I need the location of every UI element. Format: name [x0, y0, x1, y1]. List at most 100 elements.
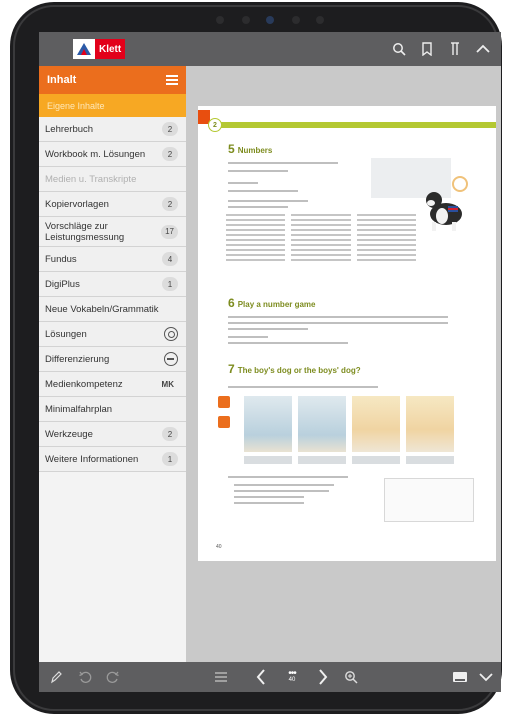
- sidebar-item-label: Neue Vokabeln/Grammatik: [45, 303, 159, 315]
- audio-button[interactable]: [218, 416, 230, 428]
- sidebar-item-vokabeln[interactable]: Neue Vokabeln/Grammatik: [39, 297, 186, 322]
- sidebar-item-kopiervorlagen[interactable]: Kopiervorlagen 2: [39, 192, 186, 217]
- text-line: [234, 484, 334, 486]
- page-indicator-number: 40: [288, 677, 296, 683]
- sidebar-item-differenzierung[interactable]: Differenzierung: [39, 347, 186, 372]
- front-camera: [266, 16, 274, 24]
- text-line: [234, 496, 304, 498]
- caption-bar: [406, 456, 454, 464]
- sidebar-item-digiplus[interactable]: DigiPlus 1: [39, 272, 186, 297]
- klett-emblem-icon: [73, 39, 95, 59]
- marker-icon[interactable]: [441, 32, 469, 66]
- sidebar-item-label: Medienkompetenz: [45, 378, 123, 390]
- bookmark-icon[interactable]: [413, 32, 441, 66]
- content-sidebar: Inhalt Eigene Inhalte Lehrerbuch 2 Workb…: [39, 66, 186, 662]
- page-viewer[interactable]: 2 5 Numbers 6 Play a number game 7 The b…: [186, 66, 501, 662]
- sidebar-item-label: Lehrerbuch: [45, 123, 94, 135]
- sidebar-item-lehrerbuch[interactable]: Lehrerbuch 2: [39, 117, 186, 142]
- chevron-down-icon[interactable]: [473, 662, 499, 692]
- numbers-list: [226, 214, 416, 282]
- sidebar-header: Inhalt: [39, 66, 186, 94]
- sidebar-item-leistungsmessung[interactable]: Vorschläge zur Leistungsmessung 17: [39, 217, 186, 247]
- text-line: [228, 316, 448, 318]
- pen-icon[interactable]: [43, 662, 69, 692]
- count-badge: 2: [162, 197, 178, 211]
- prev-page-icon[interactable]: [249, 662, 273, 692]
- sidebar-item-label: Medien u. Transkripte: [45, 173, 137, 185]
- sidebar-item-werkzeuge[interactable]: Werkzeuge 2: [39, 422, 186, 447]
- list-icon[interactable]: [209, 662, 233, 692]
- caption-bar: [244, 456, 292, 464]
- sensor-dot: [216, 16, 224, 24]
- next-page-icon[interactable]: [311, 662, 335, 692]
- sidebar-item-loesungen[interactable]: Lösungen: [39, 322, 186, 347]
- exercise-5-title: 5 Numbers: [228, 142, 273, 156]
- count-badge: 1: [162, 452, 178, 466]
- menu-icon[interactable]: [166, 75, 178, 85]
- sidebar-item-label: Fundus: [45, 253, 77, 265]
- target-icon: [164, 327, 178, 341]
- picture-row: [244, 396, 454, 452]
- exercise-6-title: 6 Play a number game: [228, 296, 316, 310]
- count-badge: 4: [162, 252, 178, 266]
- sidebar-item-eigene-inhalte[interactable]: Eigene Inhalte: [39, 94, 186, 117]
- sidebar-item-minimalfahrplan[interactable]: Minimalfahrplan: [39, 397, 186, 422]
- caption-bar: [298, 456, 346, 464]
- logo-text: Klett: [95, 39, 126, 59]
- sidebar-item-label: Workbook m. Lösungen: [45, 148, 146, 160]
- page-indicator[interactable]: ••• 40: [281, 666, 303, 688]
- count-badge: 2: [162, 147, 178, 161]
- app-screen: Klett Inhalt Eigene Inhalte Lehrerbuch 2…: [39, 32, 501, 692]
- count-badge: 1: [162, 277, 178, 291]
- text-line: [234, 490, 329, 492]
- exercise-7-title: 7 The boy's dog or the boys' dog?: [228, 362, 361, 376]
- page-number: 40: [216, 544, 222, 550]
- sidebar-item-label: DigiPlus: [45, 278, 80, 290]
- sidebar-item-fundus[interactable]: Fundus 4: [39, 247, 186, 272]
- sidebar-item-label: Minimalfahrplan: [45, 403, 113, 415]
- klett-logo[interactable]: Klett: [73, 39, 126, 59]
- text-line: [228, 386, 378, 388]
- minus-circle-icon: [164, 352, 178, 366]
- book-page[interactable]: 2 5 Numbers 6 Play a number game 7 The b…: [198, 106, 496, 561]
- text-line: [228, 182, 258, 184]
- redo-icon[interactable]: [101, 662, 125, 692]
- sidebar-item-medienkompetenz[interactable]: Medienkompetenz MK: [39, 372, 186, 397]
- audio-button[interactable]: [218, 396, 230, 408]
- text-line: [228, 190, 298, 192]
- text-line: [228, 206, 288, 208]
- sidebar-item-medien[interactable]: Medien u. Transkripte: [39, 167, 186, 192]
- top-toolbar: Klett: [39, 32, 501, 66]
- text-line: [228, 200, 308, 202]
- text-line: [228, 162, 338, 164]
- unit-badge: 2: [208, 118, 222, 132]
- text-line: [228, 342, 348, 344]
- text-line: [228, 328, 308, 330]
- dog-illustration: [426, 176, 468, 231]
- unit-header-bar: [212, 122, 496, 128]
- tip-box: [384, 478, 474, 522]
- text-line: [228, 322, 448, 324]
- zoom-icon[interactable]: [339, 662, 363, 692]
- count-badge: 17: [161, 224, 178, 239]
- sidebar-item-workbook[interactable]: Workbook m. Lösungen 2: [39, 142, 186, 167]
- mk-badge: MK: [161, 379, 174, 389]
- tablet-frame: Klett Inhalt Eigene Inhalte Lehrerbuch 2…: [10, 2, 502, 714]
- sensor-dot: [292, 16, 300, 24]
- text-line: [228, 336, 268, 338]
- sensor-dot: [316, 16, 324, 24]
- sidebar-item-weitere-informationen[interactable]: Weitere Informationen 1: [39, 447, 186, 472]
- chevron-up-icon[interactable]: [469, 32, 497, 66]
- sidebar-item-label: Vorschläge zur Leistungsmessung: [45, 220, 125, 243]
- text-line: [228, 170, 288, 172]
- undo-icon[interactable]: [73, 662, 97, 692]
- photo-boys-dog: [298, 396, 346, 452]
- single-page-icon[interactable]: [447, 662, 473, 692]
- sidebar-item-label: Weitere Informationen: [45, 453, 139, 465]
- search-icon[interactable]: [385, 32, 413, 66]
- count-badge: 2: [162, 427, 178, 441]
- photo-girl-sandwich: [352, 396, 400, 452]
- text-line: [234, 502, 304, 504]
- text-line: [228, 476, 348, 478]
- count-badge: 2: [162, 122, 178, 136]
